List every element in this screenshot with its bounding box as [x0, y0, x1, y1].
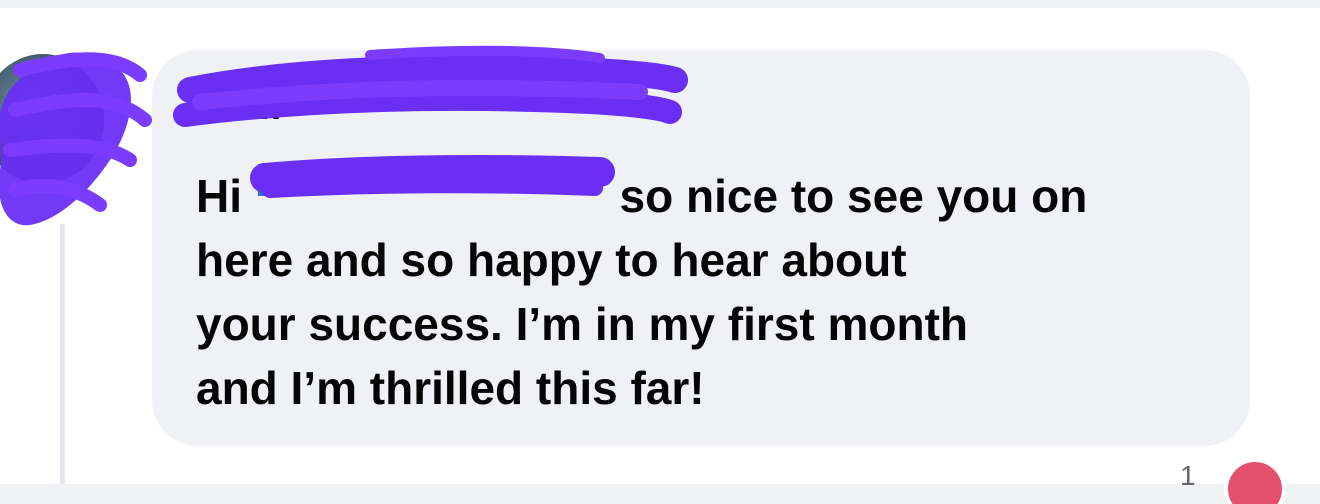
comment-screenshot: G M. Hi E so nice to see you on here and…	[0, 0, 1320, 504]
comment-line-2: here and so happy to hear about	[196, 234, 907, 286]
avatar-redaction-scribble	[0, 52, 152, 226]
comment-line-4: and I’m thrilled this far!	[196, 362, 705, 414]
reaction-count: 1	[1180, 460, 1196, 491]
reply-thread-line	[60, 224, 65, 486]
comment-actions-row	[196, 460, 1276, 490]
mention-redaction-scribble	[250, 155, 615, 198]
greeting-text: Hi	[196, 170, 242, 222]
comment-line-3: your success. I’m in my first month	[196, 298, 968, 350]
comment-line-1-text: so nice to see you on	[606, 170, 1088, 222]
author-name-redaction-scribble	[173, 45, 688, 127]
top-divider	[0, 0, 1320, 8]
